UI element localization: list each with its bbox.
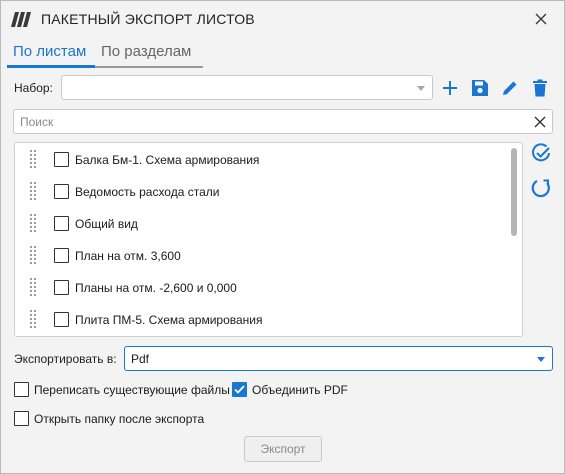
sheet-name: Балка Бм-1. Схема армирования — [75, 153, 260, 167]
batch-export-window: ПАКЕТНЫЙ ЭКСПОРТ ЛИСТОВ По листам По раз… — [0, 0, 565, 474]
tab-bar: По листам По разделам — [7, 41, 203, 68]
sheet-name: Планы на отм. -2,600 и 0,000 — [75, 281, 237, 295]
drag-handle-icon[interactable] — [30, 278, 38, 296]
set-dropdown[interactable] — [61, 75, 433, 100]
overwrite-files-checkbox[interactable]: Переписать существующие файлы — [14, 382, 230, 398]
search-box — [13, 109, 553, 134]
trash-icon — [533, 79, 547, 97]
check-circle-icon — [532, 143, 550, 162]
list-item[interactable]: Плита ПМ-5. Схема армирования — [15, 303, 505, 335]
checkmark-icon — [234, 385, 245, 394]
tab-by-sections[interactable]: По разделам — [97, 41, 203, 66]
sheet-checkbox[interactable] — [54, 184, 69, 199]
set-label: Набор: — [14, 81, 53, 95]
delete-set-button[interactable] — [528, 76, 552, 100]
drag-handle-icon[interactable] — [30, 214, 38, 232]
sheet-list: Балка Бм-1. Схема армирования Ведомость … — [14, 142, 523, 337]
sheet-name: Ведомость расхода стали — [75, 185, 220, 199]
export-format-dropdown[interactable]: Pdf — [124, 346, 553, 371]
deselect-all-button[interactable] — [529, 176, 553, 200]
sheet-name: План на отм. 3,600 — [75, 249, 181, 263]
list-item[interactable]: План на отм. 3,600 — [15, 239, 505, 271]
chevron-down-icon — [417, 86, 425, 91]
list-item[interactable]: Ведомость расхода стали — [15, 175, 505, 207]
sheet-checkbox[interactable] — [54, 248, 69, 263]
drag-handle-icon[interactable] — [30, 246, 38, 264]
edit-set-button[interactable] — [498, 76, 522, 100]
app-logo-icon — [11, 12, 31, 27]
close-button[interactable] — [527, 7, 555, 31]
close-icon — [534, 116, 546, 128]
drag-handle-icon[interactable] — [30, 182, 38, 200]
save-icon — [472, 80, 488, 96]
sheet-checkbox[interactable] — [54, 216, 69, 231]
drag-handle-icon[interactable] — [30, 310, 38, 328]
plus-icon — [443, 81, 457, 95]
list-item[interactable]: Общий вид — [15, 207, 505, 239]
checkbox-box[interactable] — [14, 382, 29, 397]
export-button[interactable]: Экспорт — [244, 436, 322, 462]
tab-by-sheets[interactable]: По листам — [7, 41, 95, 66]
export-format-value: Pdf — [131, 352, 150, 366]
pencil-icon — [503, 81, 517, 95]
open-folder-checkbox[interactable]: Открыть папку после экспорта — [14, 411, 214, 427]
checkbox-box[interactable] — [232, 382, 247, 397]
merge-pdf-label: Объединить PDF — [252, 383, 348, 397]
refresh-icon — [531, 179, 550, 198]
list-scrollbar[interactable] — [511, 146, 518, 334]
save-set-button[interactable] — [468, 76, 492, 100]
export-to-label: Экспортировать в: — [14, 352, 117, 366]
search-input[interactable] — [20, 113, 520, 130]
open-folder-label: Открыть папку после экспорта — [34, 412, 205, 426]
sheet-checkbox[interactable] — [54, 312, 69, 327]
list-item[interactable]: Балка Бм-1. Схема армирования — [15, 143, 505, 175]
sheet-name: Общий вид — [75, 217, 138, 231]
add-set-button[interactable] — [438, 76, 462, 100]
scrollbar-thumb[interactable] — [511, 148, 517, 236]
checkbox-box[interactable] — [14, 411, 29, 426]
select-all-button[interactable] — [529, 141, 553, 165]
window-title: ПАКЕТНЫЙ ЭКСПОРТ ЛИСТОВ — [41, 11, 255, 27]
overwrite-files-label: Переписать существующие файлы — [34, 383, 230, 397]
close-icon — [535, 13, 547, 25]
sheet-name: Плита ПМ-5. Схема армирования — [75, 313, 263, 327]
chevron-down-icon — [537, 357, 545, 362]
sheet-checkbox[interactable] — [54, 152, 69, 167]
sheet-checkbox[interactable] — [54, 280, 69, 295]
title-bar: ПАКЕТНЫЙ ЭКСПОРТ ЛИСТОВ — [1, 1, 564, 37]
drag-handle-icon[interactable] — [30, 150, 38, 168]
clear-search-button[interactable] — [531, 113, 549, 131]
active-tab-indicator — [7, 65, 95, 68]
list-item[interactable]: Планы на отм. -2,600 и 0,000 — [15, 271, 505, 303]
merge-pdf-checkbox[interactable]: Объединить PDF — [232, 382, 362, 398]
